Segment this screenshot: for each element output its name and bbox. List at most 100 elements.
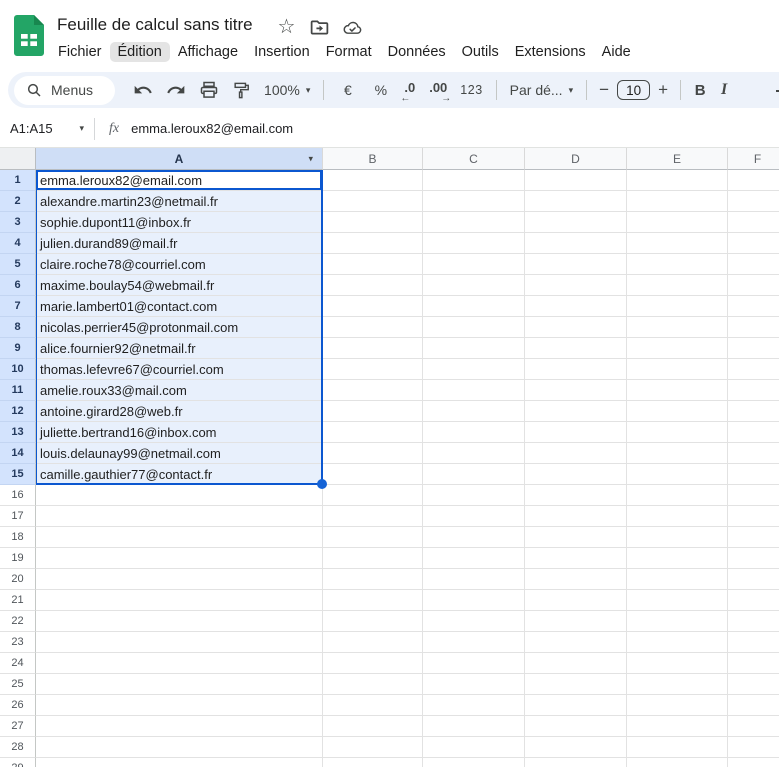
cell-E19[interactable] [627,548,728,569]
cell-C9[interactable] [423,338,525,359]
cell-C27[interactable] [423,716,525,737]
cell-A6[interactable]: maxime.boulay54@webmail.fr [36,275,323,296]
cell-F27[interactable] [728,716,779,737]
sheets-logo-icon[interactable] [14,15,44,56]
cell-D10[interactable] [525,359,627,380]
row-header-29[interactable]: 29 [0,758,36,767]
cell-C29[interactable] [423,758,525,767]
cell-B23[interactable] [323,632,423,653]
cell-A9[interactable]: alice.fournier92@netmail.fr [36,338,323,359]
cell-B8[interactable] [323,317,423,338]
cell-C6[interactable] [423,275,525,296]
column-dropdown-icon[interactable]: ▾ [308,153,313,164]
name-box[interactable]: A1:A15 ▾ [10,121,94,136]
cell-D18[interactable] [525,527,627,548]
cell-D2[interactable] [525,191,627,212]
cell-E6[interactable] [627,275,728,296]
bold-button[interactable]: B [688,82,712,99]
cell-A27[interactable] [36,716,323,737]
cell-C11[interactable] [423,380,525,401]
more-formats-button[interactable]: 123 [460,83,482,97]
row-header-23[interactable]: 23 [0,632,36,653]
column-header-F[interactable]: F [728,148,779,170]
row-header-19[interactable]: 19 [0,548,36,569]
menu-item-donnees[interactable]: Données [380,42,454,62]
cell-F10[interactable] [728,359,779,380]
cell-B9[interactable] [323,338,423,359]
cell-A3[interactable]: sophie.dupont11@inbox.fr [36,212,323,233]
cell-E15[interactable] [627,464,728,485]
cell-B4[interactable] [323,233,423,254]
cell-D25[interactable] [525,674,627,695]
row-header-25[interactable]: 25 [0,674,36,695]
cell-A24[interactable] [36,653,323,674]
cell-E13[interactable] [627,422,728,443]
cell-B12[interactable] [323,401,423,422]
cell-F15[interactable] [728,464,779,485]
cell-E7[interactable] [627,296,728,317]
cell-F25[interactable] [728,674,779,695]
cell-F6[interactable] [728,275,779,296]
formula-input[interactable]: emma.leroux82@email.com [131,121,293,136]
row-header-13[interactable]: 13 [0,422,36,443]
cell-F23[interactable] [728,632,779,653]
row-header-16[interactable]: 16 [0,485,36,506]
row-header-14[interactable]: 14 [0,443,36,464]
menu-item-aide[interactable]: Aide [594,42,639,62]
cell-C23[interactable] [423,632,525,653]
cell-D7[interactable] [525,296,627,317]
cell-D17[interactable] [525,506,627,527]
cell-D6[interactable] [525,275,627,296]
cell-C1[interactable] [423,170,525,191]
cell-C7[interactable] [423,296,525,317]
cell-E1[interactable] [627,170,728,191]
cell-E26[interactable] [627,695,728,716]
row-header-17[interactable]: 17 [0,506,36,527]
column-header-C[interactable]: C [423,148,525,170]
cell-D21[interactable] [525,590,627,611]
cell-D29[interactable] [525,758,627,767]
cell-C20[interactable] [423,569,525,590]
cell-A22[interactable] [36,611,323,632]
cell-C2[interactable] [423,191,525,212]
row-header-20[interactable]: 20 [0,569,36,590]
cell-C13[interactable] [423,422,525,443]
cell-C21[interactable] [423,590,525,611]
row-header-24[interactable]: 24 [0,653,36,674]
cell-E3[interactable] [627,212,728,233]
cell-B3[interactable] [323,212,423,233]
undo-button[interactable] [130,78,155,103]
cell-B29[interactable] [323,758,423,767]
cell-B10[interactable] [323,359,423,380]
cell-A4[interactable]: julien.durand89@mail.fr [36,233,323,254]
row-header-28[interactable]: 28 [0,737,36,758]
cell-A13[interactable]: juliette.bertrand16@inbox.com [36,422,323,443]
cell-E8[interactable] [627,317,728,338]
column-header-D[interactable]: D [525,148,627,170]
cell-F13[interactable] [728,422,779,443]
cell-A26[interactable] [36,695,323,716]
cell-E28[interactable] [627,737,728,758]
cell-E25[interactable] [627,674,728,695]
cell-B5[interactable] [323,254,423,275]
column-header-B[interactable]: B [323,148,423,170]
cell-B7[interactable] [323,296,423,317]
increase-font-size-button[interactable]: + [653,80,673,100]
cell-E4[interactable] [627,233,728,254]
menu-item-fichier[interactable]: Fichier [50,42,110,62]
cell-F21[interactable] [728,590,779,611]
cell-F12[interactable] [728,401,779,422]
row-header-10[interactable]: 10 [0,359,36,380]
cell-A21[interactable] [36,590,323,611]
cell-E12[interactable] [627,401,728,422]
cell-F1[interactable] [728,170,779,191]
cell-C17[interactable] [423,506,525,527]
cell-B1[interactable] [323,170,423,191]
cell-C25[interactable] [423,674,525,695]
cell-C24[interactable] [423,653,525,674]
increase-decimal-button[interactable]: .00 → [427,80,451,104]
move-folder-icon[interactable] [309,17,330,38]
cell-A5[interactable]: claire.roche78@courriel.com [36,254,323,275]
cell-A12[interactable]: antoine.girard28@web.fr [36,401,323,422]
cell-C22[interactable] [423,611,525,632]
